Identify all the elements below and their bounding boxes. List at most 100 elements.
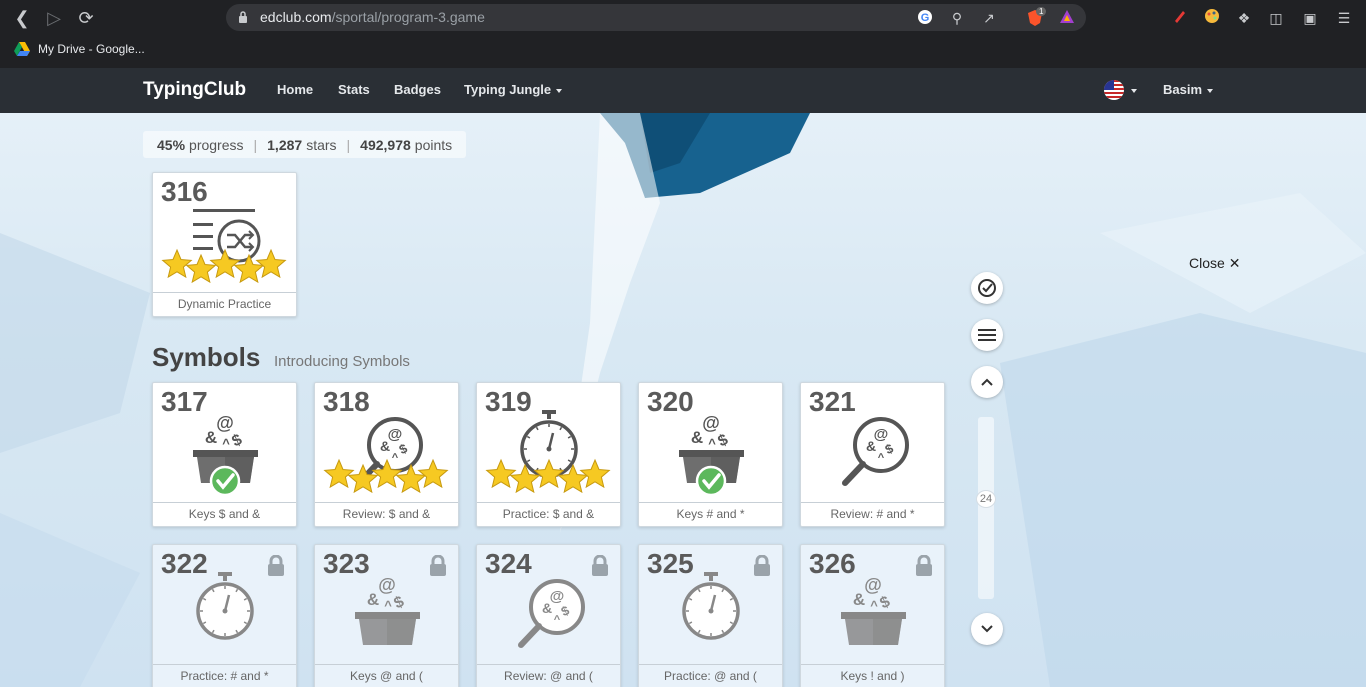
svg-text:^: ^ <box>870 598 878 613</box>
close-button[interactable]: Close ✕ <box>1189 255 1240 272</box>
star-icon <box>161 248 193 279</box>
progress-label: progress <box>189 136 244 153</box>
chevron-down-icon <box>1207 88 1214 93</box>
reload-icon[interactable]: ⟳ <box>74 6 98 30</box>
lesson-number: 326 <box>809 548 856 579</box>
lesson-card-320[interactable]: @ & $ ^ 320 Keys # and * <box>638 382 783 527</box>
svg-text:$: $ <box>877 593 892 612</box>
user-name: Basim <box>1163 82 1203 97</box>
lesson-card-316[interactable]: 316 Dynamic Practice <box>152 172 297 317</box>
lesson-card-319[interactable]: 319 Practice: $ and & <box>476 382 621 527</box>
chevron-down-icon <box>1131 88 1137 93</box>
lesson-card-321[interactable]: @ & $ ^ 321 Review: # and * <box>800 382 945 527</box>
star-icon <box>255 248 287 279</box>
zoom-icon[interactable]: ⚲ <box>948 9 966 27</box>
section-subtitle: Introducing Symbols <box>274 353 410 370</box>
lesson-art: @& $^ <box>842 417 909 486</box>
nav-home[interactable]: Home <box>277 82 313 97</box>
extensions-puzzle-icon[interactable]: ❖ <box>1234 8 1254 28</box>
svg-text:@: @ <box>378 575 396 595</box>
lesson-card-325[interactable]: 325 Practice: @ and ( <box>638 544 783 687</box>
lesson-art <box>161 209 287 284</box>
lesson-card-318[interactable]: @ & $ ^ 318 Review: $ and & <box>314 382 459 527</box>
points-value: 492,978 <box>360 136 411 153</box>
magnifier-symbols-icon: @& $^ <box>842 417 909 486</box>
symbols-box-icon: @& $^ <box>355 575 420 645</box>
completed-check-icon <box>209 465 241 497</box>
scroll-down-button[interactable] <box>971 613 1003 645</box>
hamburger-icon <box>978 329 996 341</box>
brave-rewards-icon[interactable] <box>1058 9 1076 27</box>
svg-text:&: & <box>691 428 703 447</box>
lesson-card-324[interactable]: @ & $ ^ 324 Review: @ and ( <box>476 544 621 687</box>
palette-extension-icon[interactable] <box>1202 8 1222 28</box>
lesson-art: @& $^ <box>355 575 420 645</box>
highlighter-extension-icon[interactable] <box>1170 8 1190 28</box>
bookmark-my-drive[interactable]: My Drive - Google... <box>14 42 145 56</box>
svg-text:@: @ <box>702 413 720 433</box>
typingclub-logo[interactable]: TypingClub <box>143 79 246 101</box>
lesson-card-317[interactable]: @ & $ ^ 317 Keys $ and & <box>152 382 297 527</box>
stars-label: stars <box>306 136 337 153</box>
svg-text:^: ^ <box>384 598 392 613</box>
star-icon <box>579 458 611 489</box>
close-icon: ✕ <box>1228 255 1241 271</box>
bookmarks-bar: My Drive - Google... <box>0 36 1366 68</box>
lesson-number: 317 <box>161 386 208 417</box>
svg-text:&: & <box>542 600 552 616</box>
lesson-art: @& $^ <box>679 413 744 497</box>
svg-text:@: @ <box>864 575 882 595</box>
lesson-label: Review: # and * <box>801 502 944 526</box>
svg-text:G: G <box>921 12 930 24</box>
lock-icon <box>430 555 446 576</box>
check-progress-button[interactable] <box>971 272 1003 304</box>
lesson-label: Practice: # and * <box>153 664 296 687</box>
chevron-down-icon <box>981 625 993 633</box>
lesson-label: Review: @ and ( <box>477 664 620 687</box>
wallet-icon[interactable]: ▣ <box>1300 8 1320 28</box>
check-circle-icon <box>978 279 996 297</box>
brave-badge: 1 <box>1036 7 1047 16</box>
scroll-up-button[interactable] <box>971 366 1003 398</box>
svg-text:&: & <box>866 438 876 454</box>
points-label: points <box>414 136 453 153</box>
google-icon[interactable]: G <box>916 9 934 27</box>
user-menu[interactable]: Basim <box>1163 82 1214 97</box>
magnifier-symbols-icon: @& $^ <box>518 579 585 648</box>
menu-icon[interactable]: ☰ <box>1334 8 1354 28</box>
scroll-position-value[interactable]: 24 <box>976 490 996 508</box>
lesson-card-323[interactable]: @ & $ ^ 323 Keys @ and ( <box>314 544 459 687</box>
share-icon[interactable]: ↗ <box>980 9 998 27</box>
lesson-card-322[interactable]: 322 Practice: # and * <box>152 544 297 687</box>
lesson-scrollbar[interactable] <box>978 417 994 599</box>
lesson-art: @& $^ <box>518 579 585 648</box>
lesson-art: @& $^ <box>193 413 258 497</box>
lesson-art <box>485 410 611 494</box>
lesson-label: Practice: @ and ( <box>639 664 782 687</box>
star-icon <box>417 458 449 489</box>
lesson-number: 324 <box>485 548 532 579</box>
address-bar[interactable]: edclub.com/sportal/program-3.game G ⚲ ↗ … <box>226 4 1086 31</box>
chevron-down-icon <box>556 88 563 93</box>
language-dropdown-caret[interactable] <box>1126 82 1137 97</box>
us-flag-icon[interactable] <box>1104 80 1124 100</box>
svg-text:^: ^ <box>708 436 716 451</box>
lock-icon <box>754 555 770 576</box>
forward-icon[interactable]: ▷ <box>42 6 66 30</box>
svg-text:^: ^ <box>878 452 885 464</box>
nav-badges[interactable]: Badges <box>394 82 441 97</box>
lesson-card-326[interactable]: @ & $ ^ 326 Keys ! and ) <box>800 544 945 687</box>
svg-text:^: ^ <box>222 436 230 451</box>
lesson-label: Practice: $ and & <box>477 502 620 526</box>
sidebar-icon[interactable]: ◫ <box>1266 8 1286 28</box>
progress-value: 45% <box>157 136 186 153</box>
list-view-button[interactable] <box>971 319 1003 351</box>
nav-stats[interactable]: Stats <box>338 82 370 97</box>
svg-text:@: @ <box>216 413 234 433</box>
svg-text:&: & <box>380 438 390 454</box>
back-icon[interactable]: ❮ <box>10 6 34 30</box>
nav-typing-jungle[interactable]: Typing Jungle <box>464 82 563 97</box>
stopwatch-icon <box>196 572 254 640</box>
lesson-label: Keys # and * <box>639 502 782 526</box>
lesson-art <box>196 572 254 640</box>
